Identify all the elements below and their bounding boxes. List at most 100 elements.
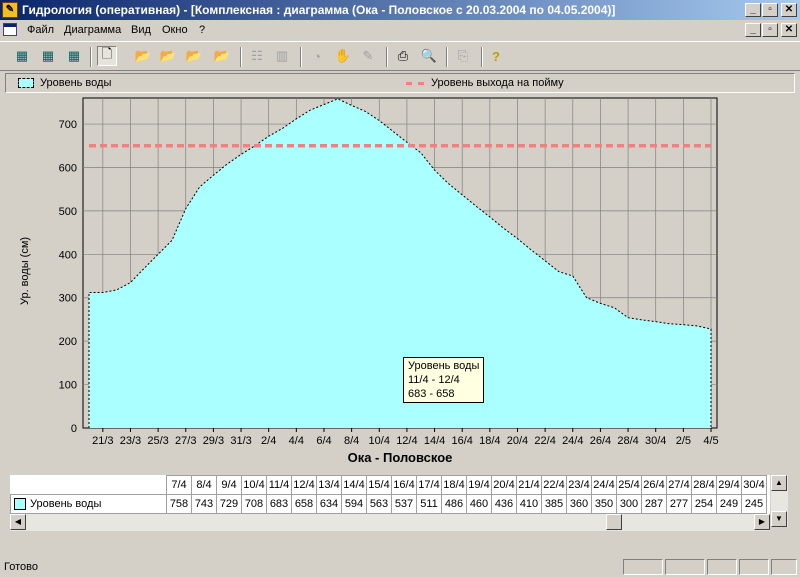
table-cell[interactable]: 410	[516, 494, 542, 514]
open-folder-icon[interactable]: 📂	[158, 46, 178, 66]
table-cell[interactable]: 385	[541, 494, 567, 514]
restore-button[interactable]: ▫	[762, 3, 778, 17]
document-icon[interactable]	[3, 23, 17, 36]
table-header-cell[interactable]: 15/4	[366, 475, 392, 495]
open-folder-cyan-icon[interactable]: 📂	[133, 46, 153, 66]
menu-help[interactable]: ?	[199, 24, 205, 36]
chart-tooltip: Уровень воды 11/4 - 12/4 683 - 658	[403, 357, 485, 403]
table-cell[interactable]: 683	[266, 494, 292, 514]
table-cell[interactable]: 511	[416, 494, 442, 514]
table-cell[interactable]: 594	[341, 494, 367, 514]
water-level-chart[interactable]: 0 100 200 300 400 500 600 700 21/3 23/3 25/3 27/3 29…	[5, 95, 795, 473]
toolbar-separator	[481, 47, 483, 67]
print-icon[interactable]: ⎙	[393, 46, 413, 66]
export-icon[interactable]: ⎘	[453, 46, 473, 66]
table-header-cell[interactable]: 21/4	[516, 475, 542, 495]
table-cell[interactable]: 300	[616, 494, 642, 514]
print-preview-icon[interactable]: 🔍	[419, 46, 439, 66]
scroll-down-icon[interactable]: ▼	[771, 511, 787, 527]
toolbar-separator	[300, 47, 302, 67]
table-header-cell[interactable]: 22/4	[541, 475, 567, 495]
table-cell[interactable]: 563	[366, 494, 392, 514]
table-header-cell[interactable]: 29/4	[716, 475, 742, 495]
table-header-cell[interactable]: 23/4	[566, 475, 592, 495]
table-cell[interactable]: 277	[666, 494, 692, 514]
window-title: Гидрология (оперативная) - [Комплексная …	[22, 3, 616, 17]
close-button[interactable]: ✕	[781, 3, 797, 17]
table-header-cell[interactable]: 13/4	[316, 475, 342, 495]
table-cell[interactable]: 658	[291, 494, 317, 514]
tooltip-series: Уровень воды	[408, 360, 480, 372]
table-cell[interactable]: 360	[566, 494, 592, 514]
table-header-cell[interactable]: 11/4	[266, 475, 292, 495]
menu-view[interactable]: Вид	[131, 24, 151, 36]
list-view-icon[interactable]: ☷	[247, 46, 267, 66]
app-icon[interactable]: ✎	[2, 2, 18, 18]
x-tick-label: 2/4	[261, 435, 276, 447]
table-cell[interactable]: 758	[166, 494, 192, 514]
table-cell[interactable]: 287	[641, 494, 667, 514]
help-icon[interactable]: ?	[486, 46, 506, 66]
table-header-cell[interactable]: 19/4	[466, 475, 492, 495]
status-panel	[739, 559, 769, 575]
table-cell[interactable]: 460	[466, 494, 492, 514]
chart-view-1-icon[interactable]: ▦	[12, 46, 32, 66]
table-header-cell[interactable]: 24/4	[591, 475, 617, 495]
doc-close-button[interactable]: ✕	[781, 23, 797, 37]
table-header-cell[interactable]: 30/4	[741, 475, 767, 495]
table-cell[interactable]: 249	[716, 494, 742, 514]
menu-window[interactable]: Окно	[162, 24, 188, 36]
table-header-cell[interactable]: 7/4	[166, 475, 192, 495]
x-tick-label: 22/4	[534, 435, 555, 447]
table-cell[interactable]: 708	[241, 494, 267, 514]
doc-minimize-button[interactable]: _	[745, 23, 761, 37]
table-header-cell[interactable]: 16/4	[391, 475, 417, 495]
menu-file[interactable]: Файл	[27, 24, 54, 36]
scroll-up-icon[interactable]: ▲	[771, 475, 787, 491]
table-header-cell[interactable]: 8/4	[191, 475, 217, 495]
open-folder-green-icon[interactable]: 📂	[184, 46, 204, 66]
chart-area[interactable]: 0 100 200 300 400 500 600 700 21/3 23/3 25/3 27/3 29…	[5, 95, 795, 473]
open-folder-yellow-icon[interactable]: 📂	[212, 46, 232, 66]
table-header-cell[interactable]: 10/4	[241, 475, 267, 495]
table-header-cell[interactable]: 27/4	[666, 475, 692, 495]
doc-restore-button[interactable]: ▫	[762, 23, 778, 37]
table-header-cell[interactable]: 14/4	[341, 475, 367, 495]
edit-icon[interactable]: ✎	[358, 46, 378, 66]
table-row[interactable]: Уровень воды 758 743 729 708 683 658 634…	[10, 494, 767, 514]
status-bar: Готово	[0, 557, 800, 577]
hand-icon[interactable]: ✋	[333, 46, 353, 66]
gauge-icon[interactable]: ◔	[307, 46, 327, 66]
table-cell[interactable]: 486	[441, 494, 467, 514]
scroll-left-icon[interactable]: ◀	[10, 514, 26, 530]
new-document-icon[interactable]: 🗋	[97, 46, 117, 66]
table-cell[interactable]: 743	[191, 494, 217, 514]
table-cell[interactable]: 436	[491, 494, 517, 514]
table-view-icon[interactable]: ▥	[272, 46, 292, 66]
table-cell[interactable]: 245	[741, 494, 767, 514]
table-cell[interactable]: 254	[691, 494, 717, 514]
table-header-cell[interactable]: 18/4	[441, 475, 467, 495]
menu-chart[interactable]: Диаграмма	[64, 24, 121, 36]
vertical-scrollbar[interactable]: ▲ ▼	[771, 475, 788, 527]
chart-view-2-icon[interactable]: ▦	[38, 46, 58, 66]
horizontal-scrollbar[interactable]: ◀ ▶	[10, 514, 770, 531]
table-header-cell[interactable]: 17/4	[416, 475, 442, 495]
table-cell[interactable]: 350	[591, 494, 617, 514]
table-header-cell[interactable]: 25/4	[616, 475, 642, 495]
x-tick-label: 10/4	[369, 435, 390, 447]
table-cell[interactable]: 537	[391, 494, 417, 514]
table-header-cell[interactable]: 20/4	[491, 475, 517, 495]
scroll-thumb[interactable]	[606, 514, 622, 530]
table-header-cell[interactable]: 28/4	[691, 475, 717, 495]
table-cell[interactable]: 729	[216, 494, 242, 514]
table-header-cell[interactable]: 9/4	[216, 475, 242, 495]
minimize-button[interactable]: _	[745, 3, 761, 17]
chart-view-3-icon[interactable]: ▦	[64, 46, 84, 66]
table-header-cell[interactable]: 26/4	[641, 475, 667, 495]
table-header-cell[interactable]: 12/4	[291, 475, 317, 495]
x-tick-label: 2/5	[676, 435, 691, 447]
table-cell[interactable]: 634	[316, 494, 342, 514]
scroll-right-icon[interactable]: ▶	[754, 514, 770, 530]
y-tick-label: 500	[59, 206, 77, 218]
